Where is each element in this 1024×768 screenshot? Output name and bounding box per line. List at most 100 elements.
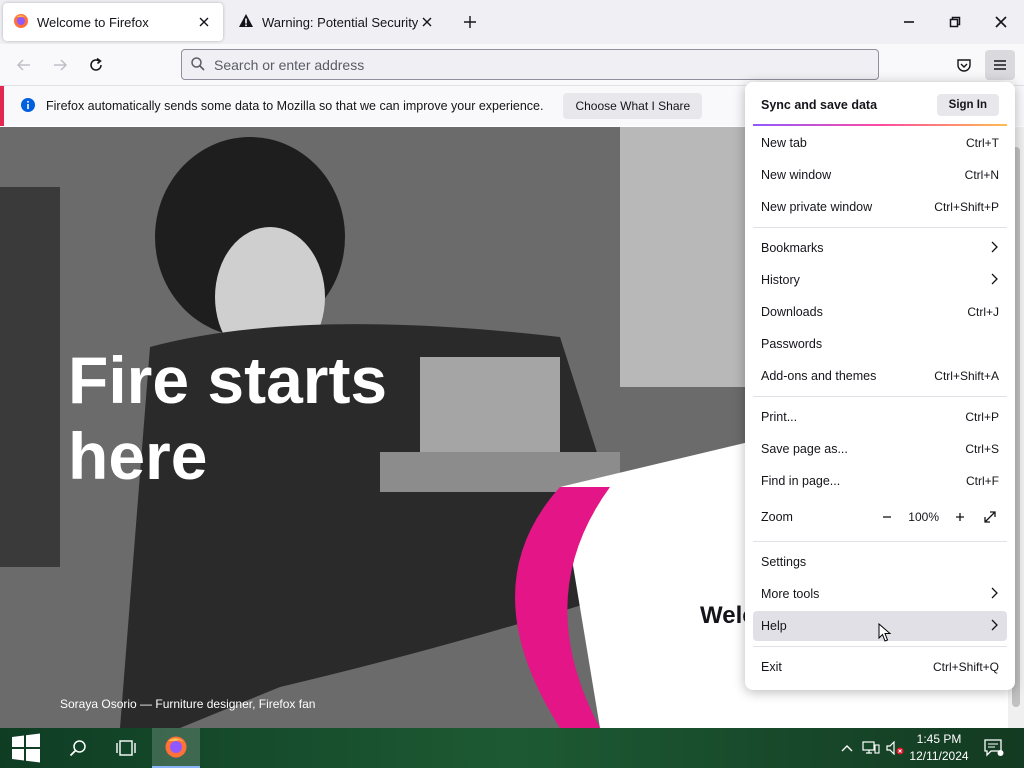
arrow-right-icon: [54, 59, 68, 71]
menu-item-shortcut: Ctrl+Shift+P: [934, 200, 999, 214]
search-button[interactable]: [54, 728, 102, 768]
menu-item-passwords[interactable]: Passwords: [753, 329, 1007, 359]
zoom-in-button[interactable]: [951, 508, 969, 526]
show-hidden-icons-button[interactable]: [838, 728, 856, 768]
menu-item-new-private-window[interactable]: New private window Ctrl+Shift+P: [753, 192, 1007, 222]
hero-title: Fire starts here: [68, 343, 388, 493]
windows-logo-icon: [12, 733, 40, 763]
firefox-icon: [165, 736, 187, 758]
menu-item-label: New tab: [761, 136, 807, 150]
menu-item-label: Add-ons and themes: [761, 369, 877, 383]
menu-item-shortcut: Ctrl+T: [966, 136, 999, 150]
restore-button[interactable]: [932, 0, 978, 44]
close-icon: [995, 16, 1007, 28]
menu-item-shortcut: Ctrl+Shift+A: [934, 369, 999, 383]
search-icon: [69, 740, 86, 757]
app-menu-button[interactable]: [985, 50, 1015, 80]
menu-item-label: Find in page...: [761, 474, 841, 488]
tab-welcome[interactable]: Welcome to Firefox: [3, 3, 223, 41]
menu-item-label: Exit: [761, 660, 782, 674]
menu-separator: [753, 646, 1007, 647]
menu-item-shortcut: Ctrl+F: [966, 474, 999, 488]
menu-item-print[interactable]: Print... Ctrl+P: [753, 402, 1007, 432]
chevron-up-icon: [841, 745, 853, 752]
clock-date: 12/11/2024: [909, 749, 969, 763]
sync-label: Sync and save data: [761, 98, 878, 112]
menu-separator: [753, 541, 1007, 542]
menu-item-label: Bookmarks: [761, 241, 824, 255]
network-icon[interactable]: [860, 728, 882, 768]
zoom-label: Zoom: [761, 510, 793, 524]
zoom-controls: 100%: [878, 508, 999, 526]
menu-item-addons-themes[interactable]: Add-ons and themes Ctrl+Shift+A: [753, 361, 1007, 391]
system-clock[interactable]: 1:45 PM 12/11/2024: [906, 731, 972, 765]
menu-item-more-tools[interactable]: More tools: [753, 579, 1007, 609]
task-view-icon: [116, 740, 136, 756]
arrow-left-icon: [16, 59, 30, 71]
action-center-button[interactable]: [978, 728, 1010, 768]
task-view-button[interactable]: [102, 728, 150, 768]
mouse-pointer-icon: [878, 622, 892, 646]
minimize-button[interactable]: [886, 0, 932, 44]
volume-muted-icon[interactable]: [884, 728, 906, 768]
back-button[interactable]: [9, 50, 39, 80]
tab-label: Warning: Potential Security Risk: [262, 14, 418, 30]
menu-item-find-in-page[interactable]: Find in page... Ctrl+F: [753, 466, 1007, 496]
choose-what-i-share-button[interactable]: Choose What I Share: [563, 93, 703, 119]
minus-icon: [883, 516, 892, 518]
menu-item-shortcut: Ctrl+J: [967, 305, 999, 319]
close-tab-icon[interactable]: [195, 13, 213, 31]
notification-message: Firefox automatically sends some data to…: [46, 99, 544, 113]
restore-icon: [949, 16, 961, 28]
minimize-icon: [904, 21, 914, 23]
close-window-button[interactable]: [978, 0, 1024, 44]
photo-caption: Soraya Osorio — Furniture designer, Fire…: [60, 697, 316, 711]
firefox-icon: [13, 13, 29, 32]
sync-gradient-divider: [753, 124, 1007, 126]
menu-item-downloads[interactable]: Downloads Ctrl+J: [753, 297, 1007, 327]
forward-button[interactable]: [45, 50, 75, 80]
clock-time: 1:45 PM: [916, 732, 962, 746]
navigation-toolbar: Search or enter address: [0, 44, 1024, 86]
pocket-icon: [957, 59, 971, 72]
zoom-out-button[interactable]: [878, 508, 896, 526]
menu-item-label: New window: [761, 168, 832, 182]
tab-strip: Welcome to Firefox Warning: Potential Se…: [0, 0, 1024, 44]
menu-item-label: Downloads: [761, 305, 823, 319]
menu-item-new-window[interactable]: New window Ctrl+N: [753, 160, 1007, 190]
menu-item-shortcut: Ctrl+Shift+Q: [932, 660, 999, 674]
zoom-level[interactable]: 100%: [908, 510, 939, 524]
info-icon: [20, 97, 36, 116]
menu-item-label: Print...: [761, 410, 798, 424]
fullscreen-button[interactable]: [981, 508, 999, 526]
close-tab-icon[interactable]: [418, 13, 436, 31]
menu-item-zoom: Zoom 100%: [753, 502, 1007, 532]
start-button[interactable]: [2, 728, 50, 768]
taskbar-firefox[interactable]: [152, 728, 200, 768]
address-bar[interactable]: Search or enter address: [181, 49, 879, 80]
menu-item-new-tab[interactable]: New tab Ctrl+T: [753, 128, 1007, 158]
menu-item-history[interactable]: History: [753, 265, 1007, 295]
menu-item-label: Settings: [761, 555, 807, 569]
menu-item-settings[interactable]: Settings: [753, 547, 1007, 577]
menu-item-shortcut: Ctrl+N: [964, 168, 999, 182]
hamburger-menu-icon: [994, 60, 1006, 70]
menu-item-label: More tools: [761, 587, 820, 601]
new-tab-button[interactable]: [458, 10, 482, 34]
warning-icon: [238, 13, 254, 32]
tab-label: Welcome to Firefox: [37, 14, 149, 30]
menu-item-save-page[interactable]: Save page as... Ctrl+S: [753, 434, 1007, 464]
chevron-right-icon: [991, 619, 999, 634]
sign-in-button[interactable]: Sign In: [936, 94, 999, 116]
menu-item-bookmarks[interactable]: Bookmarks: [753, 233, 1007, 263]
menu-item-label: Passwords: [761, 337, 823, 351]
windows-taskbar: 1:45 PM 12/11/2024: [0, 728, 1024, 768]
menu-item-exit[interactable]: Exit Ctrl+Shift+Q: [753, 652, 1007, 682]
sync-row[interactable]: Sync and save data Sign In: [753, 88, 1007, 122]
pocket-button[interactable]: [949, 50, 979, 80]
tab-security-warning[interactable]: Warning: Potential Security Risk: [228, 3, 446, 41]
reload-button[interactable]: [81, 50, 111, 80]
menu-item-label: Save page as...: [761, 442, 848, 456]
menu-item-shortcut: Ctrl+P: [965, 410, 999, 424]
reload-icon: [90, 57, 102, 71]
